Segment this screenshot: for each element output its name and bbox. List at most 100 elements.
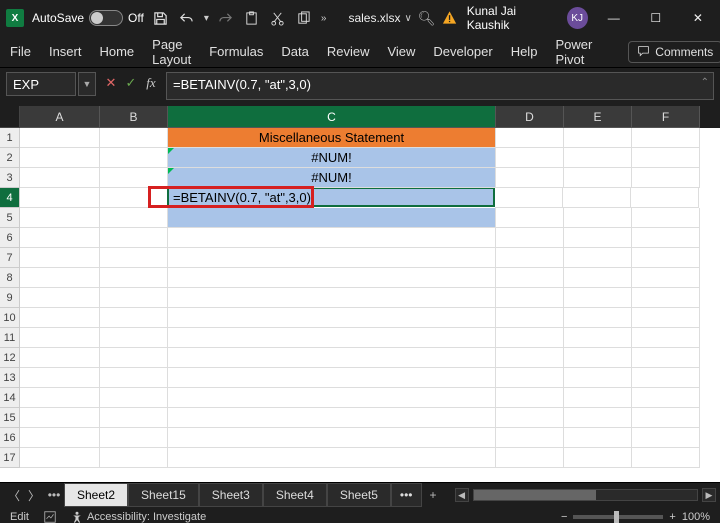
cell-D4[interactable] <box>495 188 563 208</box>
copy-icon[interactable] <box>295 9 313 27</box>
tab-view[interactable]: View <box>387 44 415 59</box>
avatar[interactable]: KJ <box>567 7 588 29</box>
maximize-button[interactable]: ☐ <box>640 4 672 32</box>
cell-E7[interactable] <box>564 248 632 268</box>
row-header-2[interactable]: 2 <box>0 148 20 168</box>
zoom-out-icon[interactable]: − <box>561 511 567 523</box>
row-header-4[interactable]: 4 <box>0 188 20 208</box>
cells-area[interactable]: Miscellaneous Statement#NUM!#NUM!=BETAIN… <box>20 128 720 482</box>
sheet-nav-next[interactable]: 〉 <box>24 485 44 505</box>
cell-A7[interactable] <box>20 248 100 268</box>
cell-F6[interactable] <box>632 228 700 248</box>
col-header-D[interactable]: D <box>496 106 564 128</box>
row-header-7[interactable]: 7 <box>0 248 20 268</box>
cell-A6[interactable] <box>20 228 100 248</box>
cell-A1[interactable] <box>20 128 100 148</box>
cancel-formula-icon[interactable]: ✕ <box>102 72 120 94</box>
spreadsheet-grid[interactable]: ABCDEF 1234567891011121314151617 Miscell… <box>0 106 720 482</box>
cell-B13[interactable] <box>100 368 168 388</box>
row-header-15[interactable]: 15 <box>0 408 20 428</box>
warning-icon[interactable] <box>442 10 457 26</box>
fx-icon[interactable]: fx <box>142 72 160 94</box>
cell-B17[interactable] <box>100 448 168 468</box>
cell-A2[interactable] <box>20 148 100 168</box>
cell-E10[interactable] <box>564 308 632 328</box>
cell-F16[interactable] <box>632 428 700 448</box>
expand-formula-icon[interactable]: ⌃ <box>701 77 709 88</box>
qat-overflow-icon[interactable]: » <box>321 13 327 24</box>
scroll-left-icon[interactable]: ◀ <box>455 488 469 502</box>
col-header-E[interactable]: E <box>564 106 632 128</box>
cell-C5[interactable] <box>168 208 496 228</box>
cell-D7[interactable] <box>496 248 564 268</box>
cell-E15[interactable] <box>564 408 632 428</box>
cell-D1[interactable] <box>496 128 564 148</box>
col-header-C[interactable]: C <box>168 106 496 128</box>
tab-developer[interactable]: Developer <box>433 44 492 59</box>
cell-B2[interactable] <box>100 148 168 168</box>
cell-B11[interactable] <box>100 328 168 348</box>
cell-D5[interactable] <box>496 208 564 228</box>
sheet-tab-sheet3[interactable]: Sheet3 <box>199 483 263 507</box>
cell-B15[interactable] <box>100 408 168 428</box>
cell-F13[interactable] <box>632 368 700 388</box>
cell-B14[interactable] <box>100 388 168 408</box>
scroll-right-icon[interactable]: ▶ <box>702 488 716 502</box>
cell-B16[interactable] <box>100 428 168 448</box>
save-icon[interactable] <box>152 9 170 27</box>
cell-E3[interactable] <box>564 168 632 188</box>
toggle-icon[interactable] <box>89 10 123 26</box>
cell-C15[interactable] <box>168 408 496 428</box>
row-header-8[interactable]: 8 <box>0 268 20 288</box>
cell-A14[interactable] <box>20 388 100 408</box>
cell-F10[interactable] <box>632 308 700 328</box>
cell-A3[interactable] <box>20 168 100 188</box>
cell-D8[interactable] <box>496 268 564 288</box>
row-header-16[interactable]: 16 <box>0 428 20 448</box>
tab-formulas[interactable]: Formulas <box>209 44 263 59</box>
cell-E5[interactable] <box>564 208 632 228</box>
cell-C2[interactable]: #NUM! <box>168 148 496 168</box>
cell-A13[interactable] <box>20 368 100 388</box>
sheet-tab-active[interactable]: Sheet2 <box>64 483 128 507</box>
search-icon[interactable]: 🔍︎ <box>418 10 436 27</box>
cell-D17[interactable] <box>496 448 564 468</box>
col-header-F[interactable]: F <box>632 106 700 128</box>
row-header-5[interactable]: 5 <box>0 208 20 228</box>
cell-F2[interactable] <box>632 148 700 168</box>
horizontal-scrollbar[interactable]: ◀ ▶ <box>445 488 716 502</box>
cut-icon[interactable] <box>269 9 287 27</box>
cell-D14[interactable] <box>496 388 564 408</box>
cell-B5[interactable] <box>100 208 168 228</box>
cell-B12[interactable] <box>100 348 168 368</box>
row-header-11[interactable]: 11 <box>0 328 20 348</box>
zoom-in-icon[interactable]: + <box>669 511 675 523</box>
stats-icon[interactable] <box>43 510 57 523</box>
enter-formula-icon[interactable]: ✓ <box>122 72 140 94</box>
cell-C8[interactable] <box>168 268 496 288</box>
sheet-tab-sheet15[interactable]: Sheet15 <box>128 483 199 507</box>
cell-B6[interactable] <box>100 228 168 248</box>
cell-C11[interactable] <box>168 328 496 348</box>
clipboard-icon[interactable] <box>243 9 261 27</box>
add-sheet-button[interactable]: + <box>422 484 445 506</box>
zoom-slider[interactable] <box>573 515 663 519</box>
cell-D10[interactable] <box>496 308 564 328</box>
cell-F3[interactable] <box>632 168 700 188</box>
cell-F5[interactable] <box>632 208 700 228</box>
cell-B4[interactable] <box>100 188 168 208</box>
cell-D12[interactable] <box>496 348 564 368</box>
tab-review[interactable]: Review <box>327 44 370 59</box>
sheet-nav-more[interactable]: ••• <box>44 485 64 505</box>
cell-E17[interactable] <box>564 448 632 468</box>
cell-A17[interactable] <box>20 448 100 468</box>
sheet-tab-sheet5[interactable]: Sheet5 <box>327 483 391 507</box>
tab-page-layout[interactable]: Page Layout <box>152 37 191 67</box>
comments-button[interactable]: Comments <box>628 41 720 63</box>
col-header-B[interactable]: B <box>100 106 168 128</box>
close-button[interactable]: ✕ <box>682 4 714 32</box>
cell-D15[interactable] <box>496 408 564 428</box>
cell-B10[interactable] <box>100 308 168 328</box>
row-header-17[interactable]: 17 <box>0 448 20 468</box>
cell-B7[interactable] <box>100 248 168 268</box>
